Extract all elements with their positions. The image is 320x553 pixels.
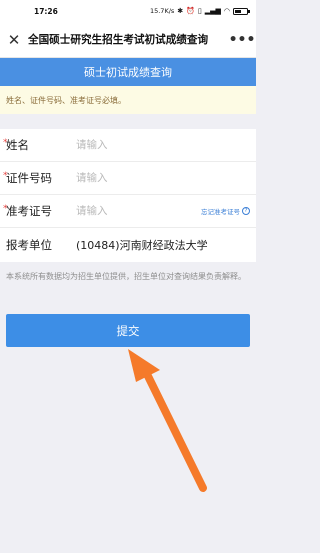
id-number-input[interactable] <box>76 168 186 188</box>
required-notice: 姓名、证件号码、准考证号必填。 <box>0 86 256 114</box>
exam-number-row: * 准考证号 忘记准考证号 ? <box>0 195 256 228</box>
alarm-icon: ⏰ <box>186 6 195 15</box>
forgot-exam-number-link[interactable]: 忘记准考证号 ? <box>201 206 250 216</box>
help-icon: ? <box>242 207 250 215</box>
signal-icon: ▂▄▆ <box>204 6 221 15</box>
unit-row: 报考单位 (10484)河南财经政法大学 <box>0 228 256 261</box>
id-number-row: * 证件号码 <box>0 162 256 195</box>
status-time: 17:26 <box>34 6 58 16</box>
id-number-label: 证件号码 <box>6 171 52 185</box>
exam-number-label: 准考证号 <box>6 204 52 218</box>
network-speed: 15.7K/s <box>149 7 175 15</box>
arrowhead-icon <box>128 349 160 382</box>
more-dots-icon[interactable]: ••• <box>228 22 256 58</box>
status-icons: 15.7K/s ✱ ⏰ ▯ ▂▄▆ ◠ <box>149 6 250 15</box>
forgot-exam-number-label: 忘记准考证号 <box>201 208 240 216</box>
unit-value: (10484)河南财经政法大学 <box>76 238 208 252</box>
name-label: 姓名 <box>6 138 29 152</box>
exam-number-input[interactable] <box>76 201 186 221</box>
vibrate-icon: ▯ <box>197 6 202 15</box>
status-bar: 17:26 15.7K/s ✱ ⏰ ▯ ▂▄▆ ◠ <box>0 0 256 22</box>
disclaimer-text: 本系统所有数据均为招生单位提供，招生单位对查询结果负责解释。 <box>6 272 246 281</box>
query-header: 硕士初试成绩查询 <box>0 58 256 86</box>
name-input[interactable] <box>76 135 186 155</box>
unit-label: 报考单位 <box>6 237 52 252</box>
page-title: 全国硕士研究生招生考试初试成绩查询 <box>28 34 209 46</box>
close-icon[interactable]: ✕ <box>0 22 28 58</box>
battery-icon <box>233 7 250 15</box>
submit-button[interactable]: 提交 <box>6 314 250 347</box>
title-bar: ✕ 全国硕士研究生招生考试初试成绩查询 ••• <box>0 22 256 58</box>
query-form: * 姓名 * 证件号码 * 准考证号 忘记准考证号 ? 报考单位 (10484)… <box>0 129 256 262</box>
wifi-icon: ◠ <box>223 6 230 15</box>
bluetooth-icon: ✱ <box>177 6 184 15</box>
arrow-shaft <box>142 368 207 492</box>
name-row: * 姓名 <box>0 129 256 162</box>
